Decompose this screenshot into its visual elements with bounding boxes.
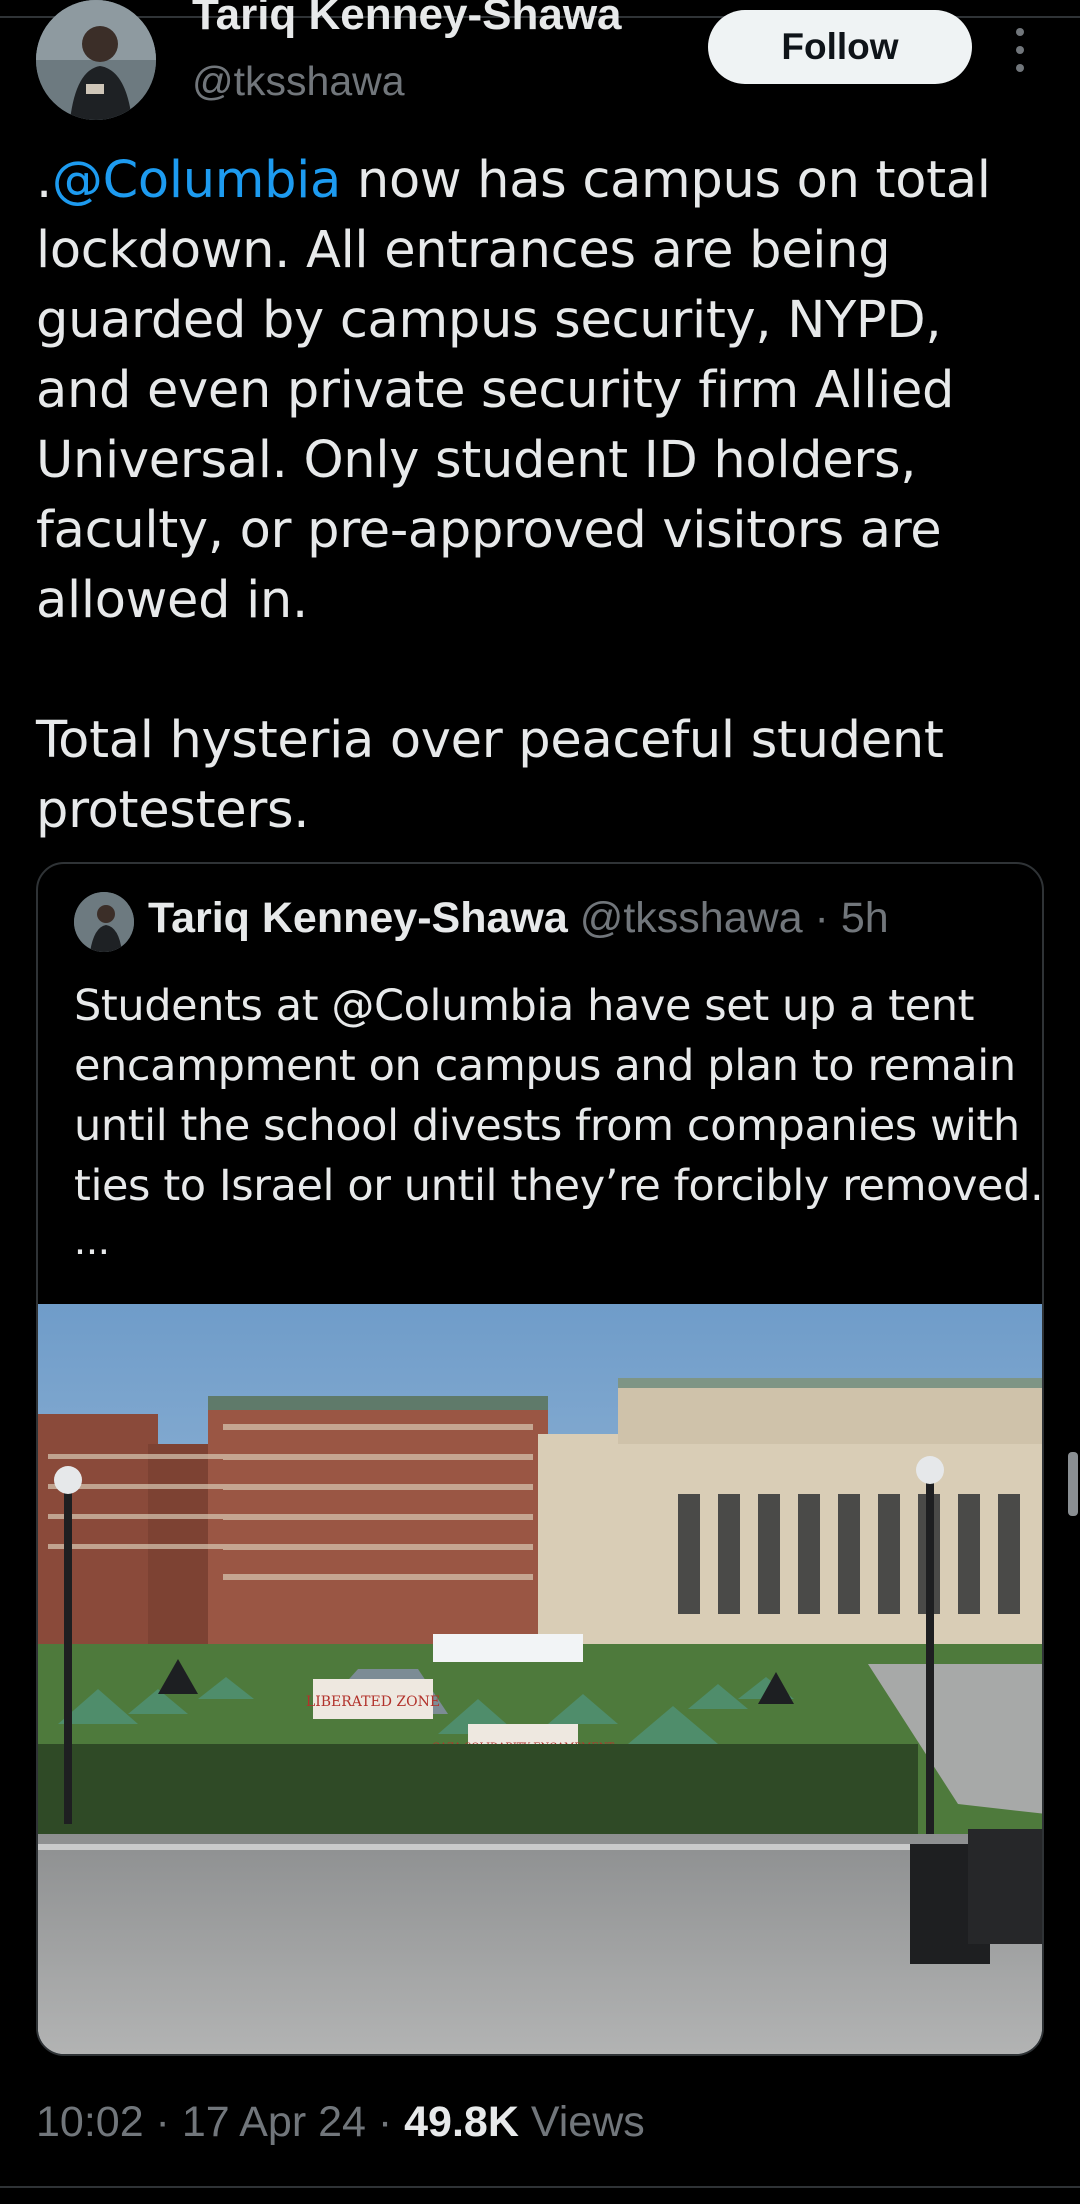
views-label: Views (518, 2098, 645, 2146)
tweet-line: Universal. Only student ID holders, (36, 431, 917, 490)
tweet-line: guarded by campus security, NYPD, (36, 291, 942, 350)
quoted-ellipsis: ... (74, 1216, 110, 1264)
tweet-text-segment: . (36, 151, 52, 210)
tweet-line: lockdown. All entrances are being (36, 221, 891, 280)
quoted-text: Students at @Columbia have set up a tent… (74, 976, 1044, 1216)
scrollbar-thumb[interactable] (1068, 1452, 1078, 1516)
tweet-line: Total hysteria over peaceful student (36, 711, 944, 770)
quoted-author-meta: @tksshawa · 5h (567, 894, 889, 942)
follow-button[interactable]: Follow (708, 10, 972, 84)
quoted-photo[interactable]: LIBERATED ZONE GAZA SOLIDARITY ENCAMPMEN… (38, 1304, 1042, 2054)
views-count[interactable]: 49.8K (404, 2098, 519, 2146)
tweet-meta: 10:02 · 17 Apr 24 · 49.8K Views (36, 2098, 645, 2147)
tweet-line: .@Columbia now has campus on total (36, 146, 1046, 216)
quoted-line: encampment on campus and plan to remain (74, 1041, 1016, 1091)
campus-encampment-photo: LIBERATED ZONE GAZA SOLIDARITY ENCAMPMEN… (38, 1304, 1042, 2054)
tweet-text-segment: now has campus on total (341, 151, 991, 210)
photo-sign-text: LIBERATED ZONE (306, 1694, 440, 1710)
avatar-photo (36, 0, 156, 120)
more-dot (1016, 28, 1024, 36)
quoted-line: Students at @Columbia have set up a tent (74, 981, 975, 1031)
tweet-line: protesters. (36, 781, 310, 840)
quoted-tweet-card[interactable]: Tariq Kenney-Shawa @tksshawa · 5h Studen… (36, 862, 1044, 2056)
author-avatar[interactable] (36, 0, 156, 120)
tweet-line: faculty, or pre-approved visitors are (36, 501, 942, 560)
author-handle[interactable]: @tksshawa (192, 58, 405, 105)
quoted-header: Tariq Kenney-Shawa @tksshawa · 5h (148, 894, 889, 943)
avatar-photo (74, 892, 134, 952)
mention-link[interactable]: @Columbia (52, 151, 341, 210)
more-dot (1016, 64, 1024, 72)
timestamp: 10:02 · 17 Apr 24 · (36, 2098, 405, 2146)
quoted-line: ties to Israel or until they’re forcibly… (74, 1161, 1044, 1211)
tweet-text: .@Columbia now has campus on total lockd… (36, 146, 1046, 846)
bottom-divider (0, 2186, 1080, 2188)
tweet-detail-page: Tariq Kenney-Shawa @tksshawa Follow .@Co… (0, 0, 1080, 2204)
tweet-line: and even private security firm Allied (36, 361, 955, 420)
more-vertical-icon[interactable] (1000, 20, 1040, 80)
author-name[interactable]: Tariq Kenney-Shawa (192, 0, 622, 40)
quoted-author-avatar (74, 892, 134, 952)
quoted-author-name: Tariq Kenney-Shawa (148, 894, 568, 942)
tweet-line: allowed in. (36, 571, 308, 630)
more-dot (1016, 46, 1024, 54)
quoted-line: until the school divests from companies … (74, 1101, 1020, 1151)
